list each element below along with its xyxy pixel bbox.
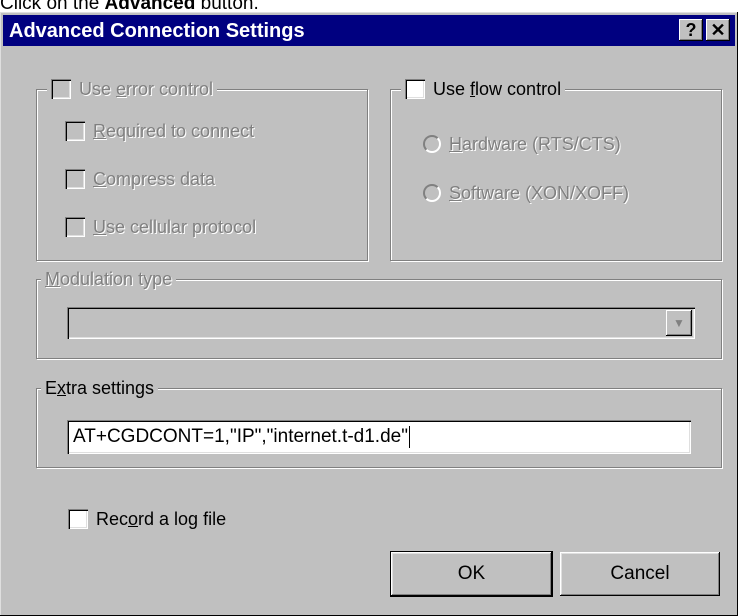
chevron-down-icon[interactable]: ▼ bbox=[666, 310, 692, 336]
modulation-type-group: Modulation type ▼ bbox=[36, 267, 722, 359]
extra-settings-value: AT+CGDCONT=1,"IP","internet.t-d1.de" bbox=[73, 426, 408, 447]
software-radio-label: Software (XON/XOFF) bbox=[449, 183, 630, 203]
hardware-radio[interactable]: Hardware (RTS/CTS) bbox=[423, 133, 621, 155]
software-radio[interactable]: Software (XON/XOFF) bbox=[423, 182, 629, 204]
use-error-control-checkbox[interactable]: Use error control bbox=[47, 77, 218, 101]
use-flow-control-box[interactable] bbox=[405, 79, 425, 99]
record-log-file-label: Record a log file bbox=[96, 509, 227, 529]
hardware-radio-circle[interactable] bbox=[423, 135, 441, 153]
required-to-connect-box[interactable] bbox=[65, 121, 85, 141]
required-to-connect-checkbox[interactable]: Required to connect bbox=[65, 120, 254, 142]
window-title: Advanced Connection Settings bbox=[9, 20, 305, 42]
record-log-file-box[interactable] bbox=[68, 509, 88, 529]
caption-prefix: Click on the bbox=[0, 0, 105, 10]
record-log-file-checkbox[interactable]: Record a log file bbox=[68, 508, 226, 530]
compress-data-checkbox[interactable]: Compress data bbox=[65, 168, 215, 190]
caption-suffix: button. bbox=[195, 0, 259, 10]
use-cellular-protocol-checkbox[interactable]: Use cellular protocol bbox=[65, 216, 256, 238]
flow-control-group: Use flow control Hardware (RTS/CTS) Soft… bbox=[390, 77, 722, 261]
close-button[interactable]: ✕ bbox=[706, 19, 730, 41]
compress-data-box[interactable] bbox=[65, 169, 85, 189]
help-button[interactable]: ? bbox=[679, 19, 703, 41]
extra-settings-group: Extra settings AT+CGDCONT=1,"IP","intern… bbox=[36, 376, 722, 468]
hardware-radio-label: Hardware (RTS/CTS) bbox=[449, 134, 621, 154]
advanced-connection-settings-dialog: Advanced Connection Settings ? ✕ Use err… bbox=[0, 12, 738, 616]
use-cellular-protocol-label: Use cellular protocol bbox=[93, 217, 257, 237]
use-cellular-protocol-box[interactable] bbox=[65, 217, 85, 237]
compress-data-label: Compress data bbox=[93, 169, 216, 189]
title-bar: Advanced Connection Settings ? ✕ bbox=[3, 15, 735, 46]
modulation-type-label: Modulation type bbox=[41, 267, 177, 291]
extra-settings-input[interactable]: AT+CGDCONT=1,"IP","internet.t-d1.de" bbox=[67, 420, 691, 454]
extra-settings-label: Extra settings bbox=[41, 376, 159, 400]
use-error-control-box[interactable] bbox=[51, 79, 71, 99]
use-error-control-label: Use error control bbox=[79, 79, 214, 99]
caption-bold: Advanced bbox=[105, 0, 196, 10]
page-caption: Click on the Advanced button. bbox=[0, 0, 738, 10]
ok-button[interactable]: OK bbox=[390, 551, 553, 597]
required-to-connect-label: Required to connect bbox=[93, 121, 255, 141]
use-flow-control-label: Use flow control bbox=[433, 79, 562, 99]
cancel-button[interactable]: Cancel bbox=[560, 552, 720, 596]
software-radio-circle[interactable] bbox=[423, 184, 441, 202]
text-caret bbox=[408, 425, 410, 448]
modulation-type-select[interactable]: ▼ bbox=[67, 307, 695, 339]
error-control-group: Use error control Required to connect Co… bbox=[36, 77, 368, 261]
use-flow-control-checkbox[interactable]: Use flow control bbox=[401, 77, 566, 101]
